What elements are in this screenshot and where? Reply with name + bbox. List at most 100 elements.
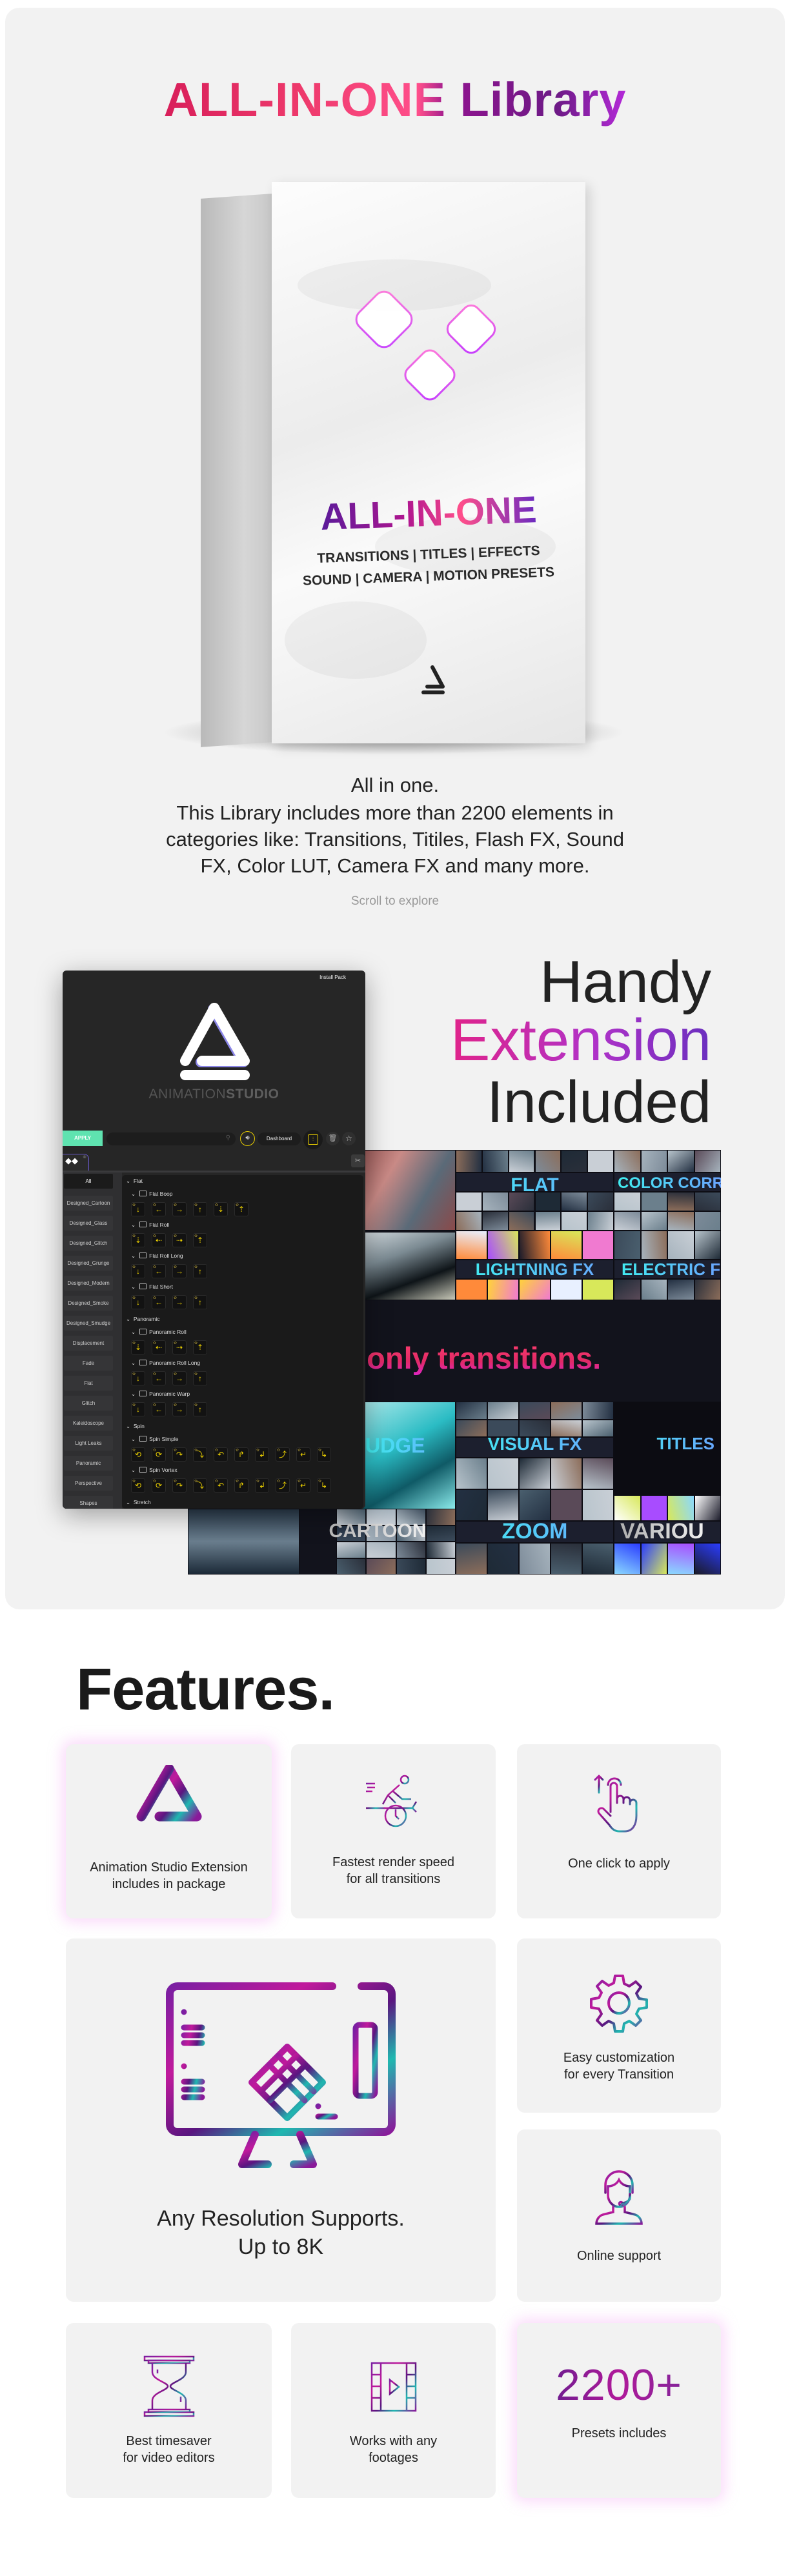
preset-spin-cw-icon[interactable]: ⟳: [152, 1444, 166, 1462]
preset-up-icon[interactable]: ↑: [193, 1261, 207, 1278]
preset-turn-left-icon[interactable]: ↲: [255, 1444, 269, 1462]
collage-thumbnail: [561, 1211, 588, 1231]
tree-group[interactable]: ⌄ Panoramic: [126, 1316, 160, 1323]
preset-turn-down-left-icon[interactable]: ↵: [296, 1444, 310, 1462]
tree-subgroup[interactable]: ⌄ Spin Simple: [131, 1436, 178, 1443]
settings-sliders-button[interactable]: ⫶: [303, 1130, 323, 1149]
category-item[interactable]: Panoramic: [64, 1456, 113, 1471]
tree-subgroup[interactable]: ⌄ Flat Boop: [131, 1191, 173, 1198]
preset-right-icon[interactable]: →: [172, 1199, 187, 1216]
category-item[interactable]: Light Leaks: [64, 1436, 113, 1451]
collage-thumbnail: [534, 1150, 562, 1172]
feature-text: for all transitions: [346, 1872, 441, 1886]
tree-subgroup[interactable]: ⌄ Flat Roll: [131, 1222, 169, 1229]
tree-subgroup[interactable]: ⌄ Panoramic Warp: [131, 1391, 190, 1398]
preset-curve-right-down-icon[interactable]: ⤵: [193, 1475, 207, 1493]
preset-curve-right-down-icon[interactable]: ⤵: [193, 1444, 207, 1462]
preset-turn-left-icon[interactable]: ↲: [255, 1475, 269, 1493]
preset-spin-cw-icon[interactable]: ⟳: [152, 1475, 166, 1493]
preset-right-icon[interactable]: →: [172, 1261, 187, 1278]
folder-icon: [139, 1253, 147, 1258]
preset-turn-down-left-icon[interactable]: ↵: [296, 1475, 310, 1493]
preset-turn-up-icon[interactable]: ⤴: [276, 1475, 290, 1493]
preset-curve-up-left-icon[interactable]: ↶: [214, 1475, 228, 1493]
category-item[interactable]: Displacement: [64, 1336, 113, 1351]
preset-curve-up-right-icon[interactable]: ↱: [234, 1475, 248, 1493]
preset-down-icon[interactable]: ↓: [131, 1368, 145, 1385]
preset-up-icon[interactable]: ↑: [193, 1399, 207, 1416]
tree-group[interactable]: ⌄ Flat: [126, 1178, 143, 1185]
tree-subgroup[interactable]: ⌄ Flat Short: [131, 1283, 173, 1291]
tools-icon[interactable]: ✂: [351, 1154, 365, 1167]
preset-left-icon[interactable]: ←: [152, 1261, 166, 1278]
preset-left-icon[interactable]: ←: [152, 1368, 166, 1385]
category-item[interactable]: Shapes: [64, 1496, 113, 1509]
preset-down-icon[interactable]: ↓: [131, 1199, 145, 1216]
preset-curve-up-right-icon[interactable]: ↱: [234, 1444, 248, 1462]
category-item[interactable]: All: [64, 1174, 113, 1189]
preset-left-dotted-icon[interactable]: ⇠: [152, 1337, 166, 1354]
preset-down-dotted-icon[interactable]: ⇣: [131, 1337, 145, 1354]
preset-right-icon[interactable]: →: [172, 1399, 187, 1416]
category-item[interactable]: Designed_Smudge: [64, 1316, 113, 1331]
category-item[interactable]: Designed_Cartoon: [64, 1196, 113, 1211]
preset-up-icon[interactable]: ↑: [193, 1292, 207, 1309]
preset-down-icon[interactable]: ↓: [131, 1399, 145, 1416]
preset-down-dotted-icon[interactable]: ⇣: [214, 1199, 228, 1216]
gear-icon: [590, 1975, 648, 2033]
collage-thumbnail: [694, 1543, 721, 1575]
preset-right-dotted-icon[interactable]: ⇢: [172, 1337, 187, 1354]
tree-group[interactable]: ⌄ Stretch: [126, 1499, 151, 1506]
preset-up-icon[interactable]: ↑: [193, 1368, 207, 1385]
trash-icon[interactable]: 🗑︎: [326, 1132, 339, 1145]
preset-down-dotted-icon[interactable]: ⇣: [131, 1230, 145, 1247]
preset-up-dotted-icon[interactable]: ⇡: [193, 1230, 207, 1247]
preset-spin-ccw-icon[interactable]: ⟲: [131, 1475, 145, 1493]
close-tab-icon[interactable]: ⊗: [83, 1154, 86, 1160]
category-item[interactable]: Fade: [64, 1356, 113, 1371]
category-item[interactable]: Glitch: [64, 1396, 113, 1411]
preset-left-icon[interactable]: ←: [152, 1292, 166, 1309]
apply-button[interactable]: APPLY: [63, 1131, 103, 1146]
category-item[interactable]: Designed_Grunge: [64, 1256, 113, 1271]
preset-right-icon[interactable]: →: [172, 1368, 187, 1385]
tree-subgroup[interactable]: ⌄ Panoramic Roll: [131, 1329, 187, 1336]
preset-down-icon[interactable]: ↓: [131, 1292, 145, 1309]
preset-up-dotted-icon[interactable]: ⇡: [234, 1199, 248, 1216]
preset-left-icon[interactable]: ←: [152, 1199, 166, 1216]
star-icon[interactable]: ☆: [342, 1132, 356, 1145]
category-item[interactable]: Kaleidoscope: [64, 1416, 113, 1431]
category-item[interactable]: Perspective: [64, 1476, 113, 1491]
tree-group[interactable]: ⌄ Spin: [126, 1423, 145, 1430]
preset-up-icon[interactable]: ↑: [193, 1199, 207, 1216]
search-input[interactable]: ⚲: [106, 1132, 236, 1145]
preset-turn-down-right-icon[interactable]: ↳: [317, 1475, 331, 1493]
category-item[interactable]: Flat: [64, 1376, 113, 1391]
preset-curve-down-right-icon[interactable]: ↷: [172, 1444, 187, 1462]
tree-subgroup[interactable]: ⌄ Panoramic Roll Long: [131, 1360, 200, 1367]
category-item[interactable]: Designed_Modern: [64, 1276, 113, 1291]
preset-down-icon[interactable]: ↓: [131, 1261, 145, 1278]
preset-turn-down-right-icon[interactable]: ↳: [317, 1444, 331, 1462]
tab-presets[interactable]: ◆◆ ⊗: [63, 1154, 89, 1171]
preset-spin-ccw-icon[interactable]: ⟲: [131, 1444, 145, 1462]
scroll-hint[interactable]: Scroll to explore: [0, 894, 790, 909]
preset-right-dotted-icon[interactable]: ⇢: [172, 1230, 187, 1247]
category-item[interactable]: Designed_Glass: [64, 1216, 113, 1231]
category-item[interactable]: Designed_Glitch: [64, 1236, 113, 1251]
preset-turn-up-icon[interactable]: ⤴: [276, 1444, 290, 1462]
preset-left-dotted-icon[interactable]: ⇠: [152, 1230, 166, 1247]
preset-curve-down-right-icon[interactable]: ↷: [172, 1475, 187, 1493]
install-pack-link[interactable]: Install Pack: [319, 974, 346, 980]
category-item[interactable]: Designed_Smoke: [64, 1296, 113, 1311]
collage-thumbnail: [534, 1211, 562, 1231]
sound-toggle-icon[interactable]: 🔊︎: [240, 1131, 255, 1146]
tree-subgroup[interactable]: ⌄ Flat Roll Long: [131, 1253, 183, 1260]
preset-up-dotted-icon[interactable]: ⇡: [193, 1337, 207, 1354]
tree-subgroup[interactable]: ⌄ Spin Vortex: [131, 1467, 177, 1474]
dashboard-button[interactable]: Dashboard: [258, 1132, 301, 1145]
preset-curve-up-left-icon[interactable]: ↶: [214, 1444, 228, 1462]
preset-right-icon[interactable]: →: [172, 1292, 187, 1309]
collage-thumbnail: [614, 1192, 641, 1211]
preset-left-icon[interactable]: ←: [152, 1399, 166, 1416]
